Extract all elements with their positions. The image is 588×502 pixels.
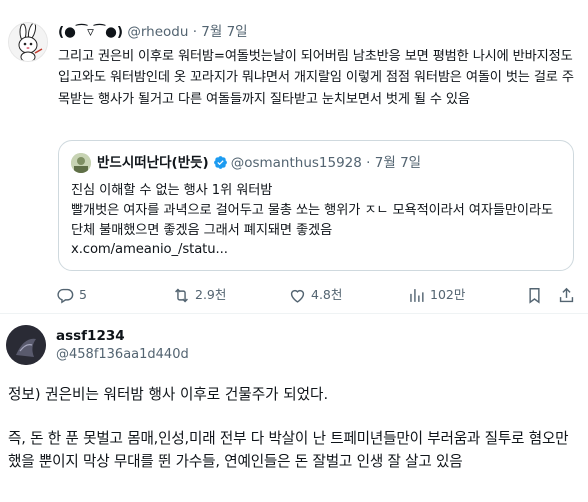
share-icon <box>559 287 574 302</box>
reply-icon <box>57 288 74 304</box>
reply-count: 5 <box>79 287 87 302</box>
like-button[interactable]: 4.8천 <box>288 282 342 308</box>
repost-icon <box>175 288 188 302</box>
action-bar: 5 2.9천 4.8천 102만 <box>50 282 580 308</box>
repost-count: 2.9천 <box>195 287 227 302</box>
reply-text-line: 정보) 권은비는 워터밤 행사 이후로 건물주가 되었다. <box>8 386 329 403</box>
quote-header: 반드시떠난다(반듯) @osmanthus15928 · 7월 7일 <box>97 153 421 173</box>
quote-text: 진심 이해할 수 없는 행사 1위 워터밤 빨개벗은 여자를 과녁으로 걸어두고… <box>71 181 565 260</box>
reply-avatar-image-icon <box>6 325 46 365</box>
reply-handle[interactable]: @458f136aa1d440d <box>56 346 189 364</box>
bookmark-button[interactable] <box>525 282 548 308</box>
views-chart-icon <box>410 288 424 302</box>
reply-display-name[interactable]: assf1234 <box>56 327 125 345</box>
quote-timestamp: 7월 7일 <box>374 155 422 171</box>
quote-tweet[interactable]: 반드시떠난다(반듯) @osmanthus15928 · 7월 7일 진심 이해할… <box>58 140 574 271</box>
tweet-header: (●⁀▿⁀●) @rheodu · 7월 7일 <box>58 22 248 42</box>
bookmark-icon <box>529 287 540 304</box>
quote-separator-dot: · <box>366 155 371 171</box>
share-button[interactable] <box>557 282 580 308</box>
quote-link[interactable]: x.com/ameanio_/statu... <box>71 240 565 260</box>
quote-text-paragraph: 빨개벗은 여자를 과녁으로 걸어두고 물총 쏘는 행위가 ㅈㄴ 모욕적이라서 여… <box>71 202 554 238</box>
tweet-text: 그리고 권은비 이후로 워터밤=여돌벗는날이 되어버림 남초반응 보면 평범한 … <box>58 49 574 107</box>
verified-badge-icon <box>213 155 228 176</box>
quote-avatar-icon <box>71 153 91 173</box>
display-name[interactable]: (●⁀▿⁀●) <box>58 24 123 40</box>
divider <box>0 313 588 314</box>
tweet[interactable]: (●⁀▿⁀●) @rheodu · 7월 7일 그리고 권은비 이후로 워터밤=… <box>0 0 588 313</box>
rabbit-avatar-icon <box>9 23 47 61</box>
quote-display-name: 반드시떠난다(반듯) <box>97 155 209 171</box>
reply-avatar[interactable] <box>6 325 46 365</box>
avatar[interactable] <box>8 22 48 62</box>
heart-icon <box>290 289 305 303</box>
handle[interactable]: @rheodu <box>127 24 188 40</box>
reply-text: 즉, 돈 한 푼 못벌고 몸매,인성,미래 전부 다 박살이 난 트페미년들만이… <box>8 430 569 470</box>
timestamp[interactable]: 7월 7일 <box>201 24 247 40</box>
view-count: 102만 <box>430 287 466 302</box>
like-count: 4.8천 <box>311 287 343 302</box>
quote-handle: @osmanthus15928 <box>230 155 362 171</box>
reply-button[interactable]: 5 <box>56 282 87 308</box>
quote-avatar <box>71 153 91 173</box>
repost-button[interactable]: 2.9천 <box>172 282 226 308</box>
quote-text-line: 진심 이해할 수 없는 행사 1위 워터밤 <box>71 183 273 198</box>
separator-dot: · <box>192 24 197 40</box>
views-button[interactable]: 102만 <box>407 282 465 308</box>
